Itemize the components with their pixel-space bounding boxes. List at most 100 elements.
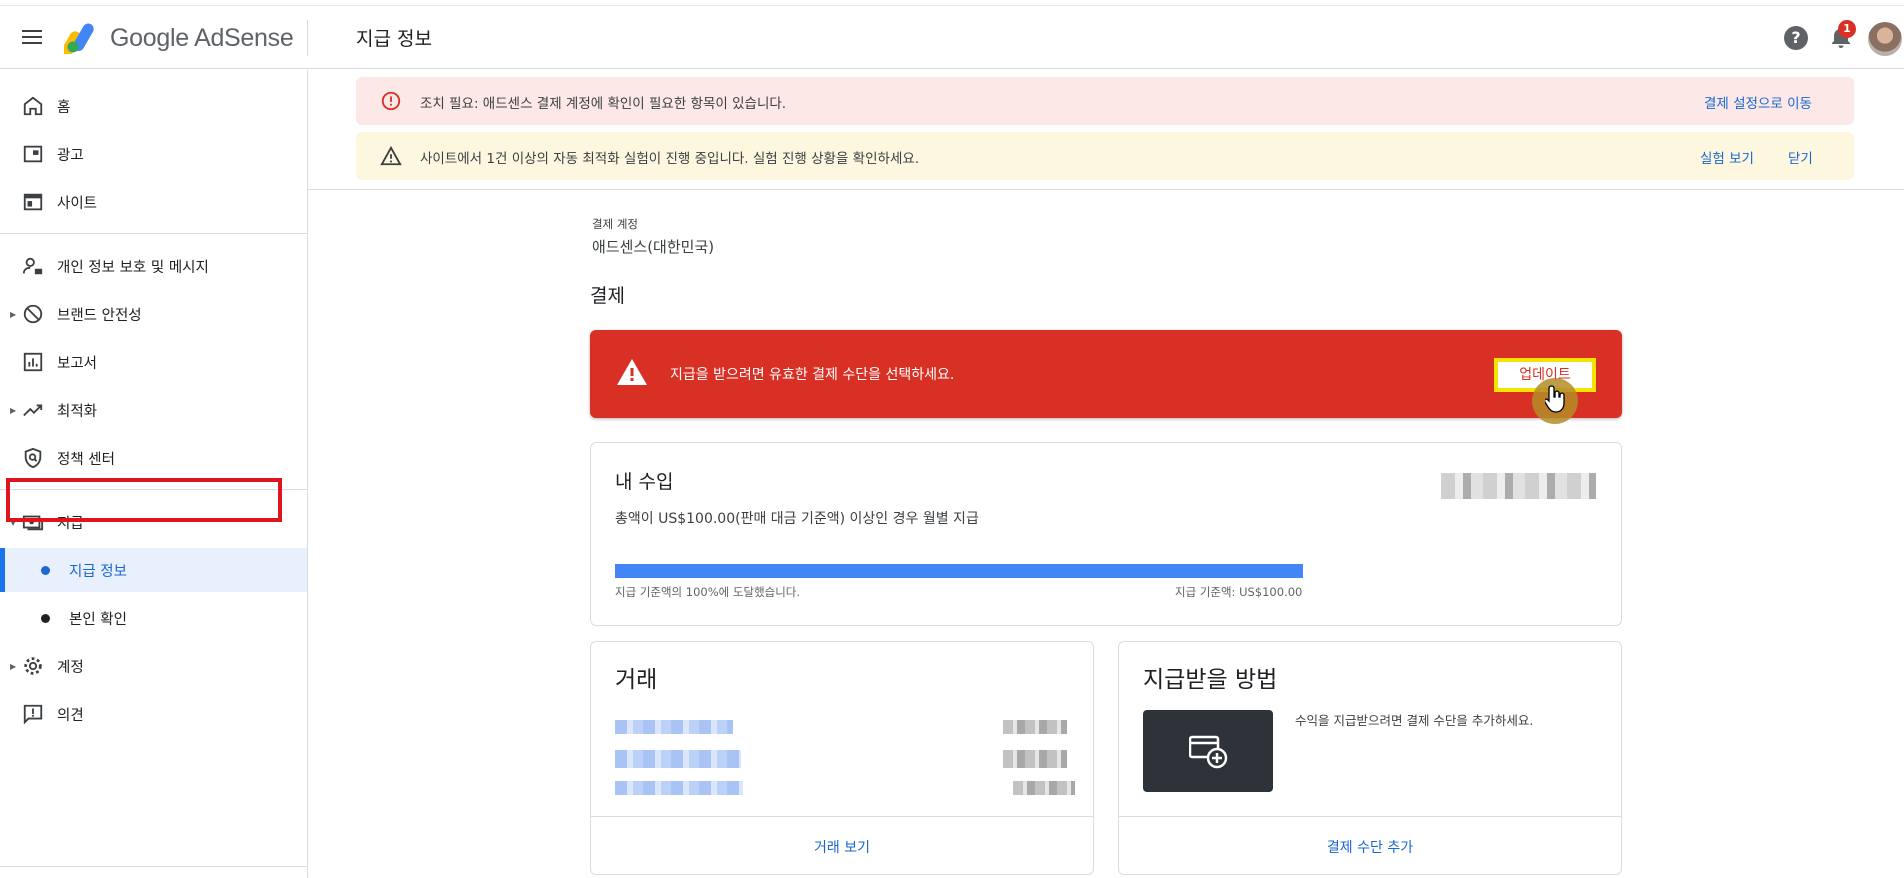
sidebar-item-label: 지급	[57, 515, 84, 532]
payment-method-card: 지급받을 방법 수익을 지급받으려면 결제 수단을 추가하세요. 결제 수단 추…	[1118, 641, 1622, 875]
main-menu-button[interactable]	[20, 26, 44, 50]
payment-account-label: 결제 계정	[592, 217, 638, 231]
payments-section-title: 결제	[590, 285, 625, 307]
sidebar-item-label: 정책 센터	[57, 451, 115, 468]
trending-icon	[23, 404, 43, 417]
content-divider	[308, 189, 1904, 190]
progress-status-text: 지급 기준액의 100%에 도달했습니다.	[615, 585, 801, 599]
sidebar-nav: 홈 광고 사이트 개인 정보 보호 및 메시지 ▶ 브랜드 안전성 보고서 ▶ …	[0, 70, 308, 878]
sidebar-item-label: 홈	[57, 99, 71, 116]
page-title: 지급 정보	[356, 28, 432, 50]
collapse-caret-icon[interactable]: ▼	[10, 518, 16, 527]
go-to-payment-settings-link[interactable]: 결제 설정으로 이동	[1704, 92, 1812, 112]
sites-icon	[23, 193, 43, 211]
payment-method-title: 지급받을 방법	[1143, 667, 1278, 693]
top-divider	[307, 20, 308, 56]
feedback-icon	[23, 704, 43, 725]
sidebar-item-payments[interactable]: ▼ 지급	[0, 500, 307, 544]
add-card-icon	[1189, 735, 1228, 769]
hand-cursor-icon	[1545, 385, 1565, 413]
expand-caret-icon[interactable]: ▶	[10, 310, 16, 319]
banner-text: 조치 필요: 애드센스 결제 계정에 확인이 필요한 항목이 있습니다.	[420, 96, 787, 112]
payment-method-footer: 결제 수단 추가	[1119, 816, 1621, 874]
sidebar-item-label: 계정	[57, 659, 84, 676]
view-experiments-link[interactable]: 실험 보기	[1700, 147, 1754, 167]
sidebar-item-reports[interactable]: 보고서	[0, 340, 307, 384]
redacted-amount	[1013, 781, 1075, 795]
sidebar-divider	[0, 489, 307, 490]
redacted-transaction-row	[615, 781, 743, 795]
redacted-transaction-row	[615, 720, 733, 734]
redacted-amount	[1003, 750, 1067, 768]
payment-account-name: 애드센스(대한민국)	[592, 238, 715, 256]
sidebar-item-optimization[interactable]: ▶ 최적화	[0, 388, 307, 432]
bullet-dot-icon	[41, 565, 50, 575]
payment-method-alert: 지급을 받으려면 유효한 결제 수단을 선택하세요. 업데이트	[590, 330, 1622, 418]
payment-threshold-text: 지급 기준액: US$100.00	[1175, 585, 1303, 599]
sidebar-item-sites[interactable]: 사이트	[0, 180, 307, 224]
sidebar-item-label: 의견	[57, 707, 84, 724]
payments-icon	[22, 515, 44, 531]
active-indicator	[0, 548, 5, 592]
sidebar-item-feedback[interactable]: 의견	[0, 692, 307, 736]
avatar[interactable]	[1868, 22, 1902, 56]
sidebar-item-label: 최적화	[57, 403, 98, 420]
redacted-transaction-row	[615, 750, 741, 768]
sidebar-item-brand-safety[interactable]: ▶ 브랜드 안전성	[0, 292, 307, 336]
banner-text: 사이트에서 1건 이상의 자동 최적화 실험이 진행 중입니다. 실험 진행 상…	[420, 151, 920, 167]
sidebar-item-privacy-messaging[interactable]: 개인 정보 보호 및 메시지	[0, 244, 307, 288]
reports-icon	[23, 352, 43, 372]
notification-badge: 1	[1838, 20, 1856, 38]
sidebar-item-label: 사이트	[57, 195, 98, 212]
threshold-progress-bar	[615, 564, 1303, 578]
sidebar-item-home[interactable]: 홈	[0, 84, 307, 128]
sidebar-divider	[0, 233, 307, 234]
sidebar-item-label: 본인 확인	[69, 611, 127, 628]
home-icon	[23, 96, 43, 116]
redacted-amount	[1003, 720, 1067, 734]
view-transactions-link[interactable]: 거래 보기	[591, 837, 1093, 857]
sidebar-item-policy-center[interactable]: 정책 센터	[0, 436, 307, 480]
sidebar-item-label: 광고	[57, 147, 84, 164]
transactions-title: 거래	[615, 667, 658, 693]
transactions-card: 거래 거래 보기	[590, 641, 1094, 875]
redacted-balance	[1441, 473, 1596, 499]
earnings-description: 총액이 US$100.00(판매 대금 기준액) 이상인 경우 월별 지급	[615, 511, 979, 527]
sidebar-bottom-divider	[0, 866, 307, 867]
alert-text: 지급을 받으려면 유효한 결제 수단을 선택하세요.	[670, 367, 955, 383]
warning-icon	[380, 145, 402, 166]
dismiss-link[interactable]: 닫기	[1788, 147, 1813, 167]
policy-shield-icon	[24, 447, 42, 469]
ads-icon	[23, 145, 43, 163]
sidebar-item-label: 브랜드 안전성	[57, 307, 142, 324]
sidebar-item-label: 지급 정보	[69, 563, 127, 580]
block-icon	[23, 304, 43, 324]
sidebar-item-verification[interactable]: 본인 확인	[0, 596, 307, 640]
action-required-banner: 조치 필요: 애드센스 결제 계정에 확인이 필요한 항목이 있습니다. 결제 …	[356, 77, 1854, 125]
brand-name[interactable]: Google AdSense	[110, 24, 294, 53]
sidebar-item-ads[interactable]: 광고	[0, 132, 307, 176]
add-payment-tile[interactable]	[1143, 710, 1273, 792]
adsense-logo-icon[interactable]	[64, 22, 102, 54]
add-payment-method-link[interactable]: 결제 수단 추가	[1119, 837, 1621, 857]
earnings-title: 내 수입	[615, 471, 674, 493]
earnings-card: 내 수입 총액이 US$100.00(판매 대금 기준액) 이상인 경우 월별 …	[590, 442, 1622, 626]
menu-icon-line	[22, 30, 42, 32]
bullet-dot-icon	[41, 613, 50, 623]
expand-caret-icon[interactable]: ▶	[10, 662, 16, 671]
sidebar-item-payment-info[interactable]: 지급 정보	[0, 548, 307, 592]
top-app-bar: Google AdSense 지급 정보 ? 1	[0, 5, 1904, 69]
menu-icon-line	[22, 36, 42, 38]
sidebar-item-label: 개인 정보 보호 및 메시지	[57, 259, 209, 276]
gear-icon	[24, 657, 42, 675]
payment-method-description: 수익을 지급받으려면 결제 수단을 추가하세요.	[1295, 713, 1534, 728]
transactions-footer: 거래 보기	[591, 816, 1093, 874]
privacy-messaging-icon	[22, 257, 43, 275]
error-icon	[381, 91, 401, 111]
expand-caret-icon[interactable]: ▶	[10, 406, 16, 415]
menu-icon-line	[22, 42, 42, 44]
sidebar-item-label: 보고서	[57, 355, 98, 372]
warning-icon	[617, 359, 647, 385]
sidebar-item-account[interactable]: ▶ 계정	[0, 644, 307, 688]
help-icon[interactable]: ?	[1784, 26, 1808, 50]
